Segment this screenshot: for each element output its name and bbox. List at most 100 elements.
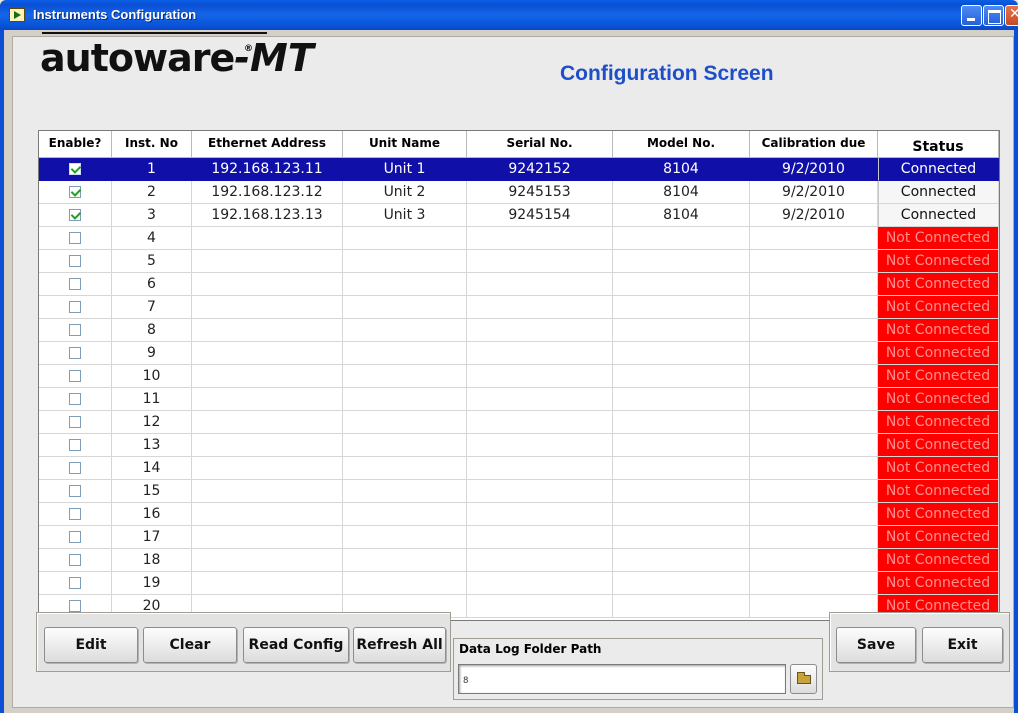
table-row[interactable]: 15 Not Connected (39, 480, 999, 503)
model-cell[interactable] (613, 434, 750, 457)
model-cell[interactable] (613, 296, 750, 319)
inst-no-cell[interactable]: 7 (112, 296, 192, 319)
calibration-cell[interactable] (750, 319, 878, 342)
model-cell[interactable] (613, 250, 750, 273)
ethernet-cell[interactable] (192, 250, 343, 273)
serial-cell[interactable] (467, 480, 613, 503)
table-row[interactable]: 19 Not Connected (39, 572, 999, 595)
ethernet-cell[interactable] (192, 411, 343, 434)
enable-cell[interactable] (39, 365, 112, 388)
inst-no-cell[interactable]: 16 (112, 503, 192, 526)
serial-cell[interactable]: 9245154 (467, 204, 613, 227)
enable-checkbox[interactable] (69, 600, 81, 612)
calibration-cell[interactable] (750, 549, 878, 572)
calibration-cell[interactable] (750, 411, 878, 434)
calibration-cell[interactable] (750, 526, 878, 549)
enable-cell[interactable] (39, 181, 112, 204)
model-cell[interactable] (613, 526, 750, 549)
calibration-cell[interactable]: 9/2/2010 (750, 204, 878, 227)
serial-cell[interactable] (467, 296, 613, 319)
enable-cell[interactable] (39, 480, 112, 503)
close-button[interactable] (1005, 5, 1018, 26)
table-row[interactable]: 18 Not Connected (39, 549, 999, 572)
serial-cell[interactable] (467, 273, 613, 296)
model-cell[interactable] (613, 480, 750, 503)
unit-cell[interactable] (343, 388, 467, 411)
read-config-button[interactable]: Read Config (243, 627, 349, 663)
model-cell[interactable] (613, 457, 750, 480)
calibration-cell[interactable] (750, 250, 878, 273)
unit-cell[interactable]: Unit 2 (343, 181, 467, 204)
table-row[interactable]: 14 Not Connected (39, 457, 999, 480)
enable-checkbox[interactable] (69, 370, 81, 382)
ethernet-cell[interactable] (192, 503, 343, 526)
enable-cell[interactable] (39, 342, 112, 365)
inst-no-cell[interactable]: 18 (112, 549, 192, 572)
unit-cell[interactable] (343, 411, 467, 434)
serial-cell[interactable] (467, 572, 613, 595)
enable-checkbox[interactable] (69, 554, 81, 566)
table-row[interactable]: 3 192.168.123.13 Unit 3 9245154 8104 9/2/2010… (39, 204, 999, 227)
ethernet-cell[interactable] (192, 434, 343, 457)
calibration-cell[interactable] (750, 480, 878, 503)
model-cell[interactable]: 8104 (613, 158, 750, 181)
table-row[interactable]: 11 Not Connected (39, 388, 999, 411)
maximize-button[interactable] (983, 5, 1004, 26)
enable-checkbox[interactable] (69, 209, 81, 221)
ethernet-cell[interactable] (192, 388, 343, 411)
serial-cell[interactable] (467, 227, 613, 250)
calibration-cell[interactable]: 9/2/2010 (750, 158, 878, 181)
ethernet-cell[interactable] (192, 457, 343, 480)
inst-no-cell[interactable]: 17 (112, 526, 192, 549)
inst-no-cell[interactable]: 14 (112, 457, 192, 480)
data-log-path-input[interactable]: 8 (458, 664, 786, 694)
inst-no-cell[interactable]: 10 (112, 365, 192, 388)
serial-cell[interactable] (467, 342, 613, 365)
exit-button[interactable]: Exit (922, 627, 1003, 663)
enable-cell[interactable] (39, 503, 112, 526)
inst-no-cell[interactable]: 5 (112, 250, 192, 273)
ethernet-cell[interactable] (192, 549, 343, 572)
inst-no-cell[interactable]: 9 (112, 342, 192, 365)
unit-cell[interactable] (343, 503, 467, 526)
table-row[interactable]: 2 192.168.123.12 Unit 2 9245153 8104 9/2/2010… (39, 181, 999, 204)
calibration-cell[interactable] (750, 388, 878, 411)
serial-cell[interactable] (467, 549, 613, 572)
table-row[interactable]: 17 Not Connected (39, 526, 999, 549)
unit-cell[interactable] (343, 572, 467, 595)
calibration-cell[interactable] (750, 457, 878, 480)
enable-cell[interactable] (39, 572, 112, 595)
serial-cell[interactable] (467, 250, 613, 273)
enable-cell[interactable] (39, 250, 112, 273)
enable-checkbox[interactable] (69, 508, 81, 520)
inst-no-cell[interactable]: 8 (112, 319, 192, 342)
model-cell[interactable] (613, 273, 750, 296)
model-cell[interactable] (613, 503, 750, 526)
table-row[interactable]: 16 Not Connected (39, 503, 999, 526)
ethernet-cell[interactable] (192, 342, 343, 365)
enable-cell[interactable] (39, 388, 112, 411)
table-row[interactable]: 7 Not Connected (39, 296, 999, 319)
model-cell[interactable] (613, 319, 750, 342)
serial-cell[interactable]: 9242152 (467, 158, 613, 181)
table-row[interactable]: 8 Not Connected (39, 319, 999, 342)
serial-cell[interactable] (467, 595, 613, 618)
enable-checkbox[interactable] (69, 347, 81, 359)
table-row[interactable]: 9 Not Connected (39, 342, 999, 365)
unit-cell[interactable]: Unit 3 (343, 204, 467, 227)
table-row[interactable]: 1 192.168.123.11 Unit 1 9242152 8104 9/2/2010… (39, 158, 999, 181)
unit-cell[interactable] (343, 319, 467, 342)
inst-no-cell[interactable]: 12 (112, 411, 192, 434)
enable-checkbox[interactable] (69, 462, 81, 474)
ethernet-cell[interactable] (192, 227, 343, 250)
inst-no-cell[interactable]: 1 (112, 158, 192, 181)
table-row[interactable]: 12 Not Connected (39, 411, 999, 434)
calibration-cell[interactable] (750, 296, 878, 319)
unit-cell[interactable] (343, 526, 467, 549)
table-row[interactable]: 5 Not Connected (39, 250, 999, 273)
enable-cell[interactable] (39, 227, 112, 250)
serial-cell[interactable] (467, 388, 613, 411)
browse-folder-button[interactable] (790, 664, 817, 694)
enable-cell[interactable] (39, 273, 112, 296)
serial-cell[interactable] (467, 434, 613, 457)
